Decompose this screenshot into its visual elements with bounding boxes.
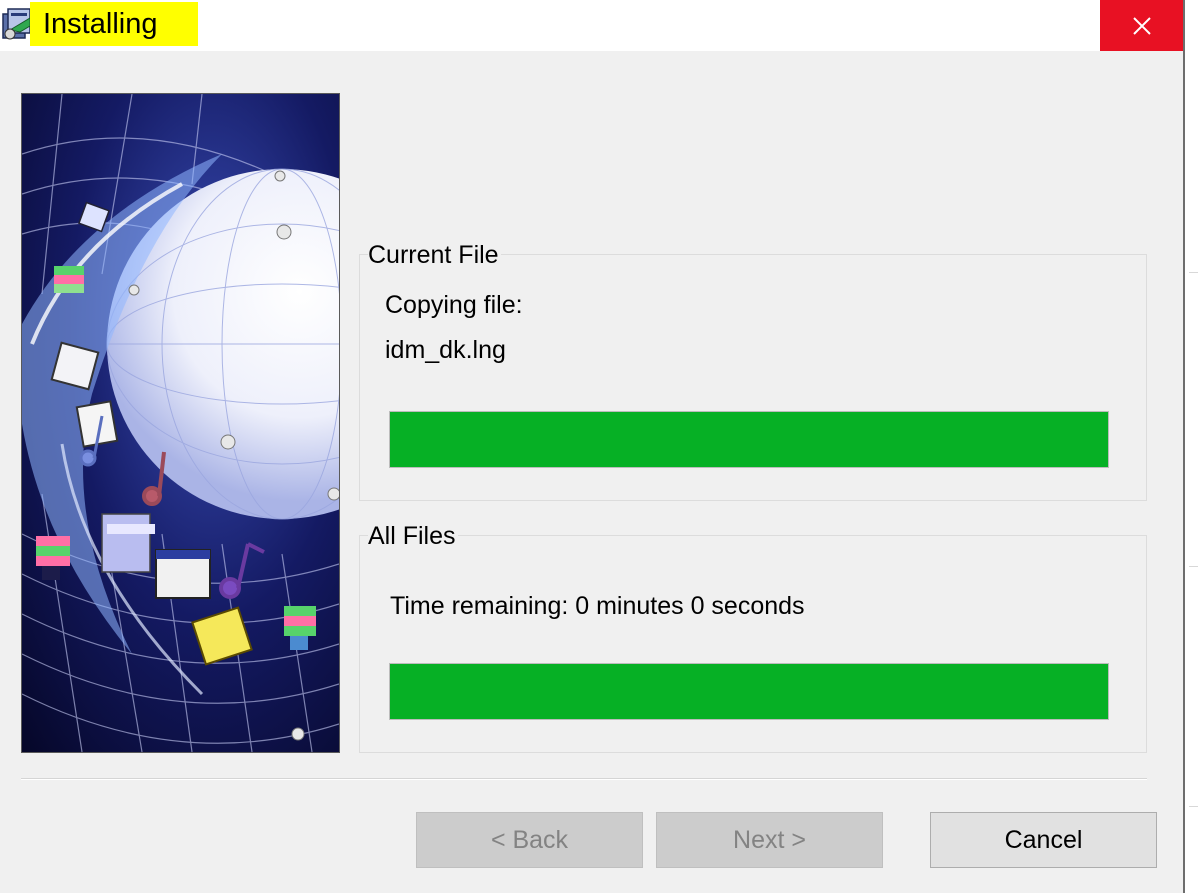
current-file-name: idm_dk.lng <box>385 336 506 364</box>
title-bar: Installing <box>0 0 1183 51</box>
next-button: Next > <box>656 812 883 868</box>
all-files-group <box>359 535 1147 753</box>
footer-separator <box>21 778 1147 780</box>
back-button: < Back <box>416 812 643 868</box>
window-title: Installing <box>43 8 158 40</box>
all-files-legend: All Files <box>368 521 458 551</box>
time-remaining-label: Time remaining: 0 minutes 0 seconds <box>390 592 805 620</box>
current-file-legend: Current File <box>368 240 501 270</box>
cancel-button[interactable]: Cancel <box>930 812 1157 868</box>
background-window <box>1185 0 1198 893</box>
all-files-progress-fill <box>390 664 1108 719</box>
setup-banner-image <box>21 93 340 753</box>
current-file-progress-fill <box>390 412 1108 467</box>
current-file-progress-bar <box>389 411 1109 468</box>
close-button[interactable] <box>1100 0 1183 51</box>
close-icon <box>1132 16 1151 35</box>
all-files-progress-bar <box>389 663 1109 720</box>
copying-label: Copying file: <box>385 291 523 319</box>
